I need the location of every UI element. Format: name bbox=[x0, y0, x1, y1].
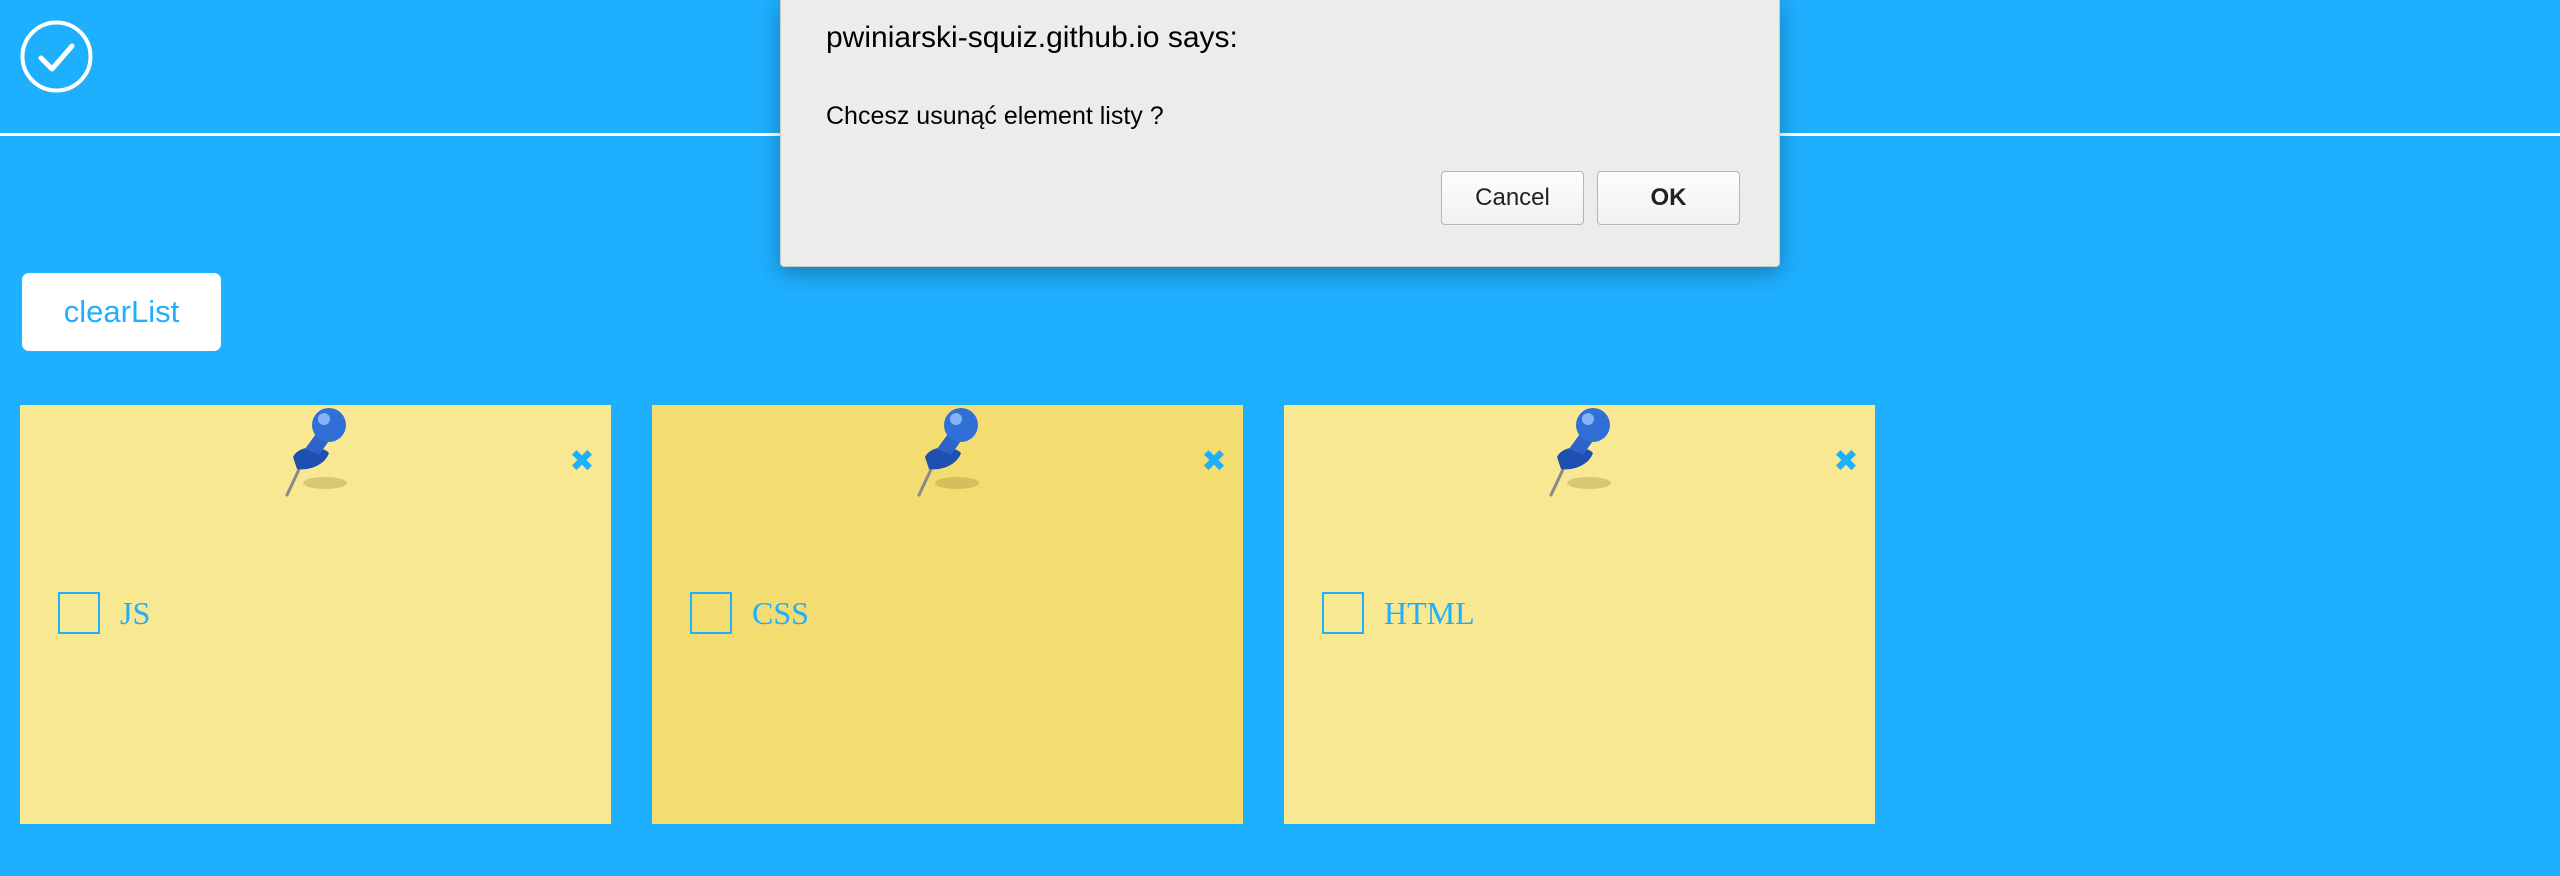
dialog-title: pwiniarski-squiz.github.io says: bbox=[826, 21, 1238, 54]
note-checkbox[interactable] bbox=[690, 592, 732, 634]
note-label: CSS bbox=[752, 595, 809, 631]
pushpin-icon bbox=[275, 405, 355, 499]
close-x-icon[interactable]: ✖ bbox=[567, 447, 597, 477]
note-card-html: ✖ HTML bbox=[1284, 405, 1875, 824]
note-label: JS bbox=[120, 595, 151, 631]
note-card-css: ✖ CSS bbox=[652, 405, 1243, 824]
note-label: HTML bbox=[1384, 595, 1475, 631]
dialog-message: Chcesz usunąć element listy ? bbox=[826, 102, 1164, 130]
note-checkbox[interactable] bbox=[1322, 592, 1364, 634]
ok-button[interactable]: OK bbox=[1597, 171, 1740, 225]
clear-list-button[interactable]: clearList bbox=[22, 273, 221, 351]
check-circle-icon bbox=[20, 20, 93, 93]
note-card-js: ✖ JS bbox=[20, 405, 611, 824]
pushpin-icon bbox=[907, 405, 987, 499]
confirm-dialog: pwiniarski-squiz.github.io says: Chcesz … bbox=[780, 0, 1780, 267]
note-checkbox[interactable] bbox=[58, 592, 100, 634]
cancel-button[interactable]: Cancel bbox=[1441, 171, 1584, 225]
pushpin-icon bbox=[1539, 405, 1619, 499]
close-x-icon[interactable]: ✖ bbox=[1199, 447, 1229, 477]
close-x-icon[interactable]: ✖ bbox=[1831, 447, 1861, 477]
